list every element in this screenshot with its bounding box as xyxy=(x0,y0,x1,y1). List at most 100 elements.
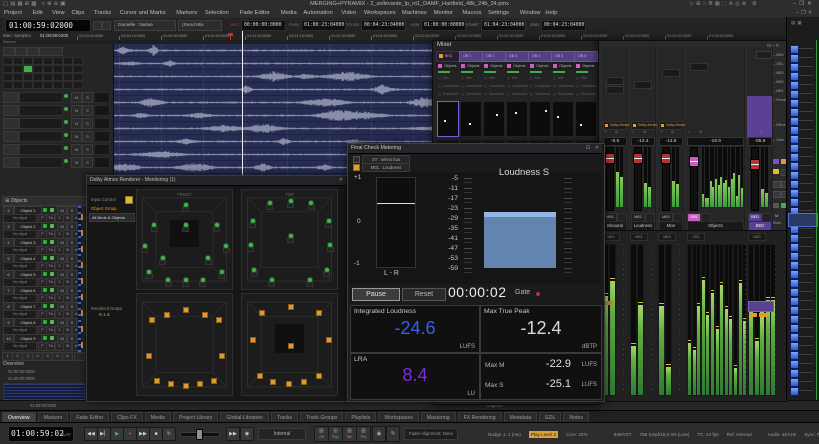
monitor-solo-button[interactable]: S xyxy=(82,105,93,116)
monitor-row-name[interactable] xyxy=(19,131,63,142)
automation-wri-button[interactable]: ▥Wri xyxy=(342,426,357,442)
side-label-MB2[interactable]: – MB2 xyxy=(773,80,786,84)
menu-item-video[interactable]: Video xyxy=(341,10,356,16)
dock-item-icon[interactable] xyxy=(790,108,799,117)
record-button[interactable]: ● xyxy=(123,427,137,441)
atmos-beds-objects-selector[interactable]: All Beds & Objects xyxy=(89,213,135,222)
left-panel-toolbar-button-3[interactable] xyxy=(39,47,63,56)
fader-alignment-box[interactable]: Fader Alignment: None xyxy=(404,428,458,440)
pan-pad-6[interactable] xyxy=(575,101,597,137)
step-forward-button[interactable]: ▶▏ xyxy=(97,427,111,441)
dock-item-icon[interactable] xyxy=(790,162,799,171)
dock-item-icon[interactable] xyxy=(790,153,799,162)
time-field-5[interactable]: 00:04:23:04000 xyxy=(541,20,586,31)
patch-cell[interactable] xyxy=(33,65,43,73)
monitor-row-name[interactable] xyxy=(19,105,63,116)
dock-item-icon[interactable] xyxy=(790,243,799,252)
mixer-strip-header-5[interactable]: OB 5 xyxy=(551,51,575,62)
snapshot-icon[interactable]: ◉ xyxy=(372,426,386,442)
side-label-Effect[interactable]: – Effect xyxy=(773,123,785,127)
time-field-1[interactable]: 01:00:23:04000 xyxy=(301,20,346,31)
mixer-strip-objects-row-4[interactable]: Objects xyxy=(528,62,550,70)
side-label-OB1[interactable]: – OB1 xyxy=(773,62,786,66)
left-panel-toolbar-button-0[interactable] xyxy=(3,47,15,56)
side-label-MB4[interactable]: – MB4 xyxy=(773,53,786,57)
side-label-MB1[interactable]: – MB1 xyxy=(773,89,786,93)
window-toolbar-icons[interactable]: ▷⊞∩≣▦⬚⊜◎⊗ ⚙ xyxy=(690,1,759,7)
automation-pro-button[interactable]: ▥Pro xyxy=(356,426,371,442)
patch-cell[interactable] xyxy=(53,57,63,65)
dock-item-icon[interactable] xyxy=(790,117,799,126)
patch-cell[interactable] xyxy=(13,57,23,65)
object-led-2[interactable] xyxy=(50,304,54,308)
patch-cell[interactable] xyxy=(3,57,13,65)
dock-item-icon[interactable] xyxy=(790,126,799,135)
patch-cell[interactable] xyxy=(53,81,63,89)
monitor-row-cell[interactable] xyxy=(3,144,19,155)
side-m-label[interactable]: M xyxy=(775,213,778,218)
dock-item-icon[interactable] xyxy=(790,288,799,297)
dock-item-icon[interactable] xyxy=(790,252,799,261)
mixer-strip-objects-row-1[interactable]: Objects xyxy=(459,62,481,70)
monitor-row-cell[interactable] xyxy=(3,157,19,168)
menu-item-project[interactable]: Project xyxy=(4,10,22,16)
playhead[interactable] xyxy=(242,31,243,175)
mixer-strip-objects-row-0[interactable]: Objects xyxy=(436,62,458,70)
atmos-titlebar[interactable]: Dolby Atmos Renderer - Monitoring (1)✕ xyxy=(87,176,346,186)
dock-item-icon[interactable] xyxy=(790,378,799,387)
monitor-mute-button[interactable]: M xyxy=(71,144,82,155)
fader-handle[interactable] xyxy=(633,153,643,164)
sync-source-selector[interactable]: Internal xyxy=(258,428,306,440)
monitor-row-name[interactable] xyxy=(19,92,63,103)
monitor-row-name[interactable] xyxy=(19,144,63,155)
page-tab-extra[interactable] xyxy=(74,352,85,361)
object-led-2[interactable] xyxy=(50,208,54,212)
dock-item-icon[interactable] xyxy=(790,270,799,279)
fader-handle[interactable] xyxy=(661,153,671,164)
menu-item-automation[interactable]: Automation xyxy=(303,10,332,16)
patch-cell[interactable] xyxy=(3,81,13,89)
patch-cell[interactable] xyxy=(53,65,63,73)
mixer-strip-header-4[interactable]: OB 4 xyxy=(528,51,552,62)
atmos-room-view-1[interactable]: TOP xyxy=(241,189,338,290)
monitor-row-cell[interactable] xyxy=(3,131,19,142)
patch-cell[interactable] xyxy=(13,73,23,81)
dock-item-icon[interactable] xyxy=(790,387,799,396)
pan-pad-3[interactable] xyxy=(506,101,528,137)
mix-selector[interactable]: (Send Mix xyxy=(178,20,222,31)
time-field-4[interactable]: 01:04:23:04000 xyxy=(481,20,526,31)
monitor-solo-button[interactable]: S xyxy=(82,157,93,168)
atmos-input-checkbox[interactable] xyxy=(125,196,133,204)
menu-item-settings[interactable]: Settings xyxy=(488,10,509,16)
patch-cell[interactable] xyxy=(73,73,83,81)
patch-cell[interactable] xyxy=(63,57,73,65)
menu-item-view[interactable]: View xyxy=(52,10,64,16)
mdi-window-controls[interactable]: –❐✕ xyxy=(796,10,814,16)
plugin-chip[interactable]: Dolby Atmos xyxy=(631,121,655,130)
side-label-Panning[interactable]: – Panning xyxy=(773,98,786,102)
menu-item-macros[interactable]: Macros xyxy=(462,10,481,16)
patch-cell[interactable] xyxy=(63,81,73,89)
monitor-mute-button[interactable]: M xyxy=(71,118,82,129)
menu-item-edit[interactable]: Edit xyxy=(33,10,43,16)
menu-item-clips[interactable]: Clips xyxy=(72,10,85,16)
mixer-strip-header-2[interactable]: OB 2 xyxy=(482,51,506,62)
bridge-chip-orange-2[interactable] xyxy=(759,313,767,317)
object-led-1[interactable] xyxy=(43,240,47,244)
side-chip-purple[interactable] xyxy=(773,159,779,164)
left-panel-toolbar-button-2[interactable] xyxy=(27,47,39,56)
patch-cell[interactable] xyxy=(73,57,83,65)
menu-item-cursor-and-marks[interactable]: Cursor and Marks xyxy=(120,10,166,16)
dock-item-icon[interactable] xyxy=(790,333,799,342)
plugin-chip[interactable]: Dolby Atmos xyxy=(603,121,627,130)
object-led-2[interactable] xyxy=(50,320,54,324)
dock-item-icon[interactable] xyxy=(790,360,799,369)
loop-button[interactable]: ↻ xyxy=(162,427,176,441)
object-led-1[interactable] xyxy=(43,272,47,276)
patch-cell[interactable] xyxy=(13,65,23,73)
side-label-MB3[interactable]: – MB3 xyxy=(773,71,786,75)
dock-item-icon[interactable] xyxy=(790,234,799,243)
bus2-checkbox[interactable] xyxy=(353,164,360,171)
patch-cell[interactable] xyxy=(43,57,53,65)
dock-item-icon[interactable] xyxy=(790,90,799,99)
